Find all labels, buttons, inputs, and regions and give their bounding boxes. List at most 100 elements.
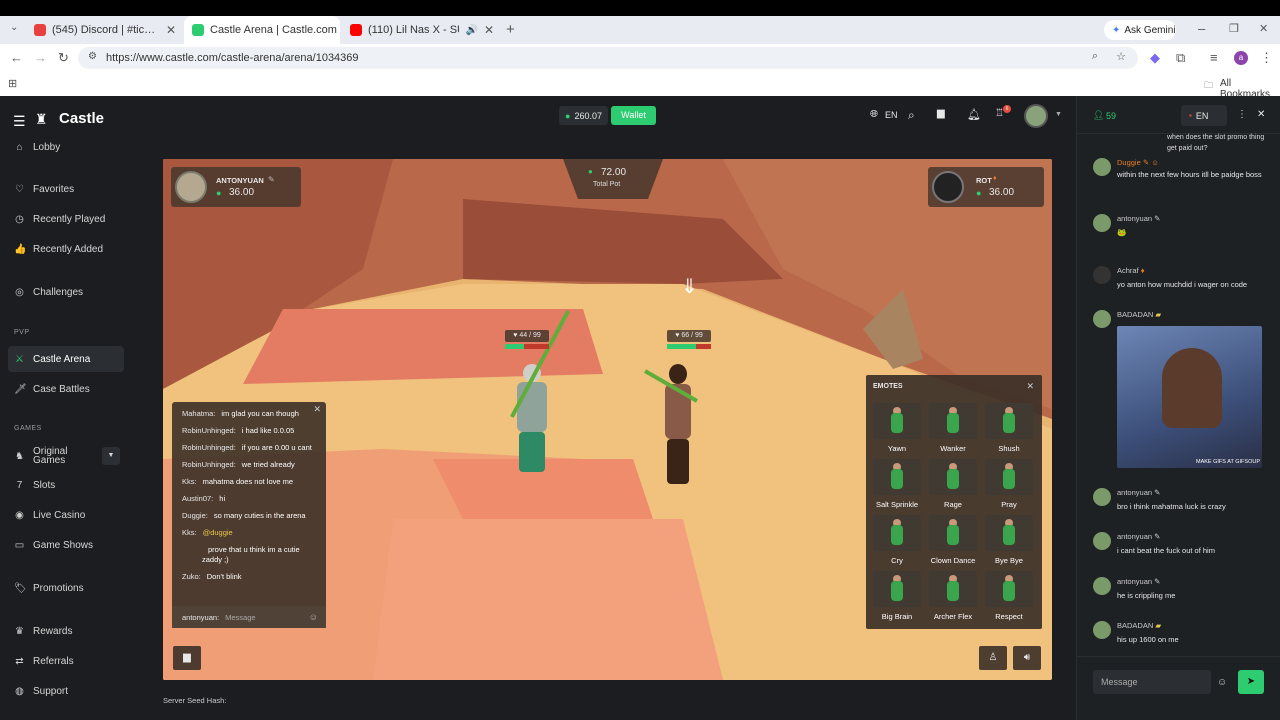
- sidebar-item-rewards[interactable]: ♛ Rewards: [8, 618, 124, 644]
- forward-icon[interactable]: →: [34, 50, 47, 65]
- arena-chat-user[interactable]: Kks:: [182, 528, 197, 537]
- emoji-icon[interactable]: ☺: [1217, 677, 1227, 688]
- toggle-chat-button[interactable]: ▆: [173, 646, 201, 670]
- menu-icon[interactable]: ⋮: [1260, 50, 1273, 66]
- chat-username[interactable]: antonyuan: [1117, 488, 1152, 497]
- chat-username[interactable]: antonyuan: [1117, 214, 1152, 223]
- arena-chat-user[interactable]: Mahatma:: [182, 409, 215, 418]
- back-icon[interactable]: ←: [10, 50, 23, 65]
- arena-chat-user[interactable]: Duggie:: [182, 511, 208, 520]
- media-icon[interactable]: ≡: [1210, 50, 1218, 65]
- close-icon[interactable]: ✕: [1026, 381, 1034, 392]
- sidebar-item-recently-played[interactable]: ◷ Recently Played: [8, 206, 124, 232]
- chevron-down-icon[interactable]: ▼: [1055, 111, 1062, 118]
- gif-caption: MAKE GIFS AT GIFSOUP: [1196, 459, 1260, 465]
- chat-username[interactable]: BADADAN: [1117, 621, 1153, 630]
- globe-icon[interactable]: 🌐︎: [870, 109, 878, 120]
- sound-button[interactable]: 🔊︎: [1013, 646, 1041, 670]
- brand-name[interactable]: Castle: [59, 110, 104, 127]
- sidebar-item-original-games[interactable]: ♞ Original Games ▼: [8, 442, 124, 470]
- chat-icon[interactable]: ▆: [937, 108, 945, 119]
- edit-icon[interactable]: ✎: [268, 175, 275, 184]
- browser-tab-youtube[interactable]: (110) Lil Nas X - SUN GOES… 🔊 ✕: [342, 16, 502, 44]
- sidebar-item-favorites[interactable]: ♡ Favorites: [8, 176, 124, 202]
- close-chat-icon[interactable]: ✕: [1257, 109, 1265, 120]
- chat-username[interactable]: Achraf: [1117, 266, 1139, 275]
- emote-yawn[interactable]: Yawn: [872, 403, 922, 455]
- sidebar-item-live-casino[interactable]: ◉ Live Casino: [8, 502, 124, 528]
- puzzle-icon[interactable]: ⧉: [1176, 50, 1185, 66]
- sidebar-item-game-shows[interactable]: ▭ Game Shows: [8, 532, 124, 558]
- arena-chat-user[interactable]: Kks:: [182, 477, 197, 486]
- browser-tab-castle[interactable]: Castle Arena | Castle.com 🔊 ✕: [184, 16, 340, 44]
- window-close-icon[interactable]: ✕: [1259, 22, 1268, 35]
- maximize-icon[interactable]: ❐: [1229, 22, 1239, 35]
- bell-icon[interactable]: 🔔︎: [967, 108, 981, 121]
- balance-display[interactable]: ● 260.07: [559, 106, 608, 125]
- language-selector[interactable]: EN: [885, 110, 898, 120]
- emote-wanker[interactable]: Wanker: [928, 403, 978, 455]
- site-info-icon[interactable]: ⚙: [88, 51, 97, 62]
- minimize-icon[interactable]: –: [1198, 21, 1205, 36]
- sidebar-item-referrals[interactable]: ⇄ Referrals: [8, 648, 124, 674]
- chat-username[interactable]: BADADAN: [1117, 310, 1153, 319]
- hamburger-icon[interactable]: ☰: [13, 113, 26, 130]
- audio-icon[interactable]: 🔊: [465, 25, 477, 36]
- url-input[interactable]: ⚙ https://www.castle.com/castle-arena/ar…: [78, 47, 1138, 69]
- sidebar-item-challenges[interactable]: ◎ Challenges: [8, 279, 124, 305]
- emote-rage[interactable]: Rage: [928, 459, 978, 511]
- emote-salt-sprinkle[interactable]: Salt Sprinkle: [872, 459, 922, 511]
- chat-username[interactable]: antonyuan: [1117, 532, 1152, 541]
- emote-shush[interactable]: Shush: [984, 403, 1034, 455]
- more-icon[interactable]: ⋮: [1237, 109, 1247, 120]
- star-icon[interactable]: ☆: [1116, 50, 1126, 63]
- sidebar-item-recently-added[interactable]: 👍 Recently Added: [8, 236, 124, 262]
- gif-figure: [1162, 348, 1222, 428]
- close-tab-icon[interactable]: ✕: [166, 23, 176, 37]
- emote-button[interactable]: ♙: [979, 646, 1007, 670]
- sidebar-item-support[interactable]: ◍ Support: [8, 678, 124, 704]
- arena-chat-user[interactable]: Zuko:: [182, 572, 201, 581]
- arena-chat-input[interactable]: antonyuan: Message ☺: [172, 606, 326, 628]
- chat-username[interactable]: Duggie: [1117, 158, 1141, 167]
- arena-chat-line: Kks: @duggie: [182, 528, 316, 538]
- emote-archer-flex[interactable]: Archer Flex: [928, 571, 978, 623]
- gif-image[interactable]: MAKE GIFS AT GIFSOUP: [1117, 326, 1262, 468]
- emote-bye-bye[interactable]: Bye Bye: [984, 515, 1034, 567]
- tab-list-icon[interactable]: ⌄: [10, 22, 18, 33]
- sidebar-item-castle-arena[interactable]: ⚔ Castle Arena: [8, 346, 124, 372]
- arena-chat-user[interactable]: Austin07:: [182, 494, 213, 503]
- apps-icon[interactable]: ⊞: [8, 77, 17, 90]
- chat-username[interactable]: antonyuan: [1117, 577, 1152, 586]
- extension-icon[interactable]: ◆: [1150, 50, 1160, 66]
- ask-gemini-button[interactable]: ✦ Ask Gemini: [1104, 20, 1176, 40]
- new-tab-icon[interactable]: +: [506, 21, 515, 38]
- emoji-icon[interactable]: ☺: [309, 612, 318, 622]
- profile-avatar[interactable]: a: [1234, 51, 1248, 65]
- sidebar-item-slots[interactable]: 7 Slots: [8, 472, 124, 498]
- user-avatar[interactable]: [1024, 104, 1048, 128]
- close-tab-icon[interactable]: ✕: [484, 23, 494, 37]
- wallet-button[interactable]: Wallet: [611, 106, 656, 125]
- emote-cry[interactable]: Cry: [872, 515, 922, 567]
- chat-message-input[interactable]: Message ☺: [1093, 670, 1227, 694]
- sidebar-item-promotions[interactable]: 🏷 Promotions: [8, 575, 124, 601]
- arena-chat-user[interactable]: RobinUnhinged:: [182, 443, 236, 452]
- emote-respect[interactable]: Respect: [984, 571, 1034, 623]
- emote-pray[interactable]: Pray: [984, 459, 1034, 511]
- sidebar-item-lobby[interactable]: ⌂ Lobby: [8, 134, 124, 160]
- arena-game-view[interactable]: ANTONYUAN ✎ ● 36.00 ● 72.00 Total Pot RO…: [163, 159, 1052, 680]
- zoom-icon[interactable]: ⌕: [1092, 50, 1098, 63]
- search-icon[interactable]: ⌕: [908, 108, 915, 123]
- chat-language-selector[interactable]: ▪ EN: [1181, 105, 1227, 126]
- chevron-down-icon[interactable]: ▼: [102, 447, 120, 465]
- arena-chat-user[interactable]: RobinUnhinged:: [182, 460, 236, 469]
- send-button[interactable]: ➤: [1238, 670, 1264, 694]
- close-icon[interactable]: ✕: [313, 404, 321, 415]
- reload-icon[interactable]: ↻: [58, 50, 69, 66]
- sidebar-item-case-battles[interactable]: 🗡 Case Battles: [8, 376, 124, 402]
- arena-chat-user[interactable]: RobinUnhinged:: [182, 426, 236, 435]
- emote-clown-dance[interactable]: Clown Dance: [928, 515, 978, 567]
- emote-big-brain[interactable]: Big Brain: [872, 571, 922, 623]
- browser-tab-discord[interactable]: (545) Discord | #ticket-0008 | c… ✕: [26, 16, 184, 44]
